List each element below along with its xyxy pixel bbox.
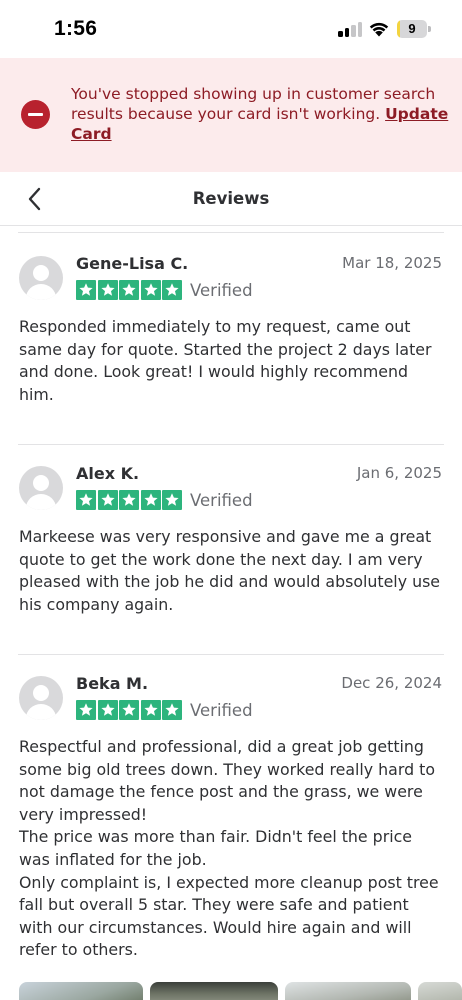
- status-time: 1:56: [54, 17, 98, 40]
- status-bar: 1:56 9: [0, 0, 462, 58]
- reviewer-name: Alex K.: [76, 464, 140, 483]
- star-icon: [119, 280, 139, 300]
- battery-level: 9: [408, 21, 416, 36]
- star-icon: [140, 700, 161, 720]
- star-icon: [76, 700, 96, 720]
- star-icon: [162, 490, 182, 510]
- reviewer-name: Beka M.: [76, 674, 149, 693]
- review-date: Dec 26, 2024: [341, 674, 442, 692]
- verified-label: Verified: [190, 701, 253, 720]
- alert-message: You've stopped showing up in customer se…: [71, 84, 451, 144]
- verified-label: Verified: [190, 281, 253, 300]
- review-card: Beka M. Dec 26, 2024 Verified Respectful…: [0, 652, 462, 982]
- review-date: Jan 6, 2025: [356, 464, 442, 482]
- review-text: Responded immediately to my request, cam…: [19, 317, 437, 404]
- alert-message-text: You've stopped showing up in customer se…: [71, 85, 436, 123]
- star-icon: [162, 280, 182, 300]
- photo-thumbnail-3[interactable]: [285, 982, 411, 1000]
- star-icon: [140, 280, 161, 300]
- cellular-signal-icon: [338, 21, 362, 37]
- photo-thumbnail-2[interactable]: [150, 982, 278, 1000]
- avatar: [19, 256, 63, 300]
- star-icon: [140, 490, 161, 510]
- star-icon: [97, 700, 118, 720]
- avatar: [19, 466, 63, 510]
- wifi-icon: [369, 22, 389, 37]
- reviewer-name: Gene-Lisa C.: [76, 254, 189, 273]
- payment-alert-banner: You've stopped showing up in customer se…: [0, 58, 462, 172]
- star-icon: [162, 700, 182, 720]
- star-icon: [119, 490, 139, 510]
- review-text: Markeese was very responsive and gave me…: [19, 527, 446, 614]
- star-icon: [97, 490, 118, 510]
- battery-icon: 9: [397, 20, 431, 38]
- star-icon: [119, 700, 139, 720]
- verified-label: Verified: [190, 491, 253, 510]
- photo-thumbnail-1[interactable]: [19, 982, 143, 1000]
- page-title: Reviews: [192, 189, 270, 208]
- page-header: Reviews: [0, 172, 462, 226]
- review-date: Mar 18, 2025: [342, 254, 442, 272]
- star-icon: [76, 490, 96, 510]
- star-icon: [97, 280, 118, 300]
- photo-thumbnail-4[interactable]: [418, 982, 462, 1000]
- review-card: Gene-Lisa C. Mar 18, 2025 Verified Respo…: [0, 232, 462, 444]
- avatar: [19, 676, 63, 720]
- review-card: Alex K. Jan 6, 2025 Verified Markeese wa…: [0, 442, 462, 654]
- review-text: Respectful and professional, did a great…: [19, 737, 439, 960]
- minus-circle-icon: [21, 100, 50, 129]
- star-icon: [76, 280, 96, 300]
